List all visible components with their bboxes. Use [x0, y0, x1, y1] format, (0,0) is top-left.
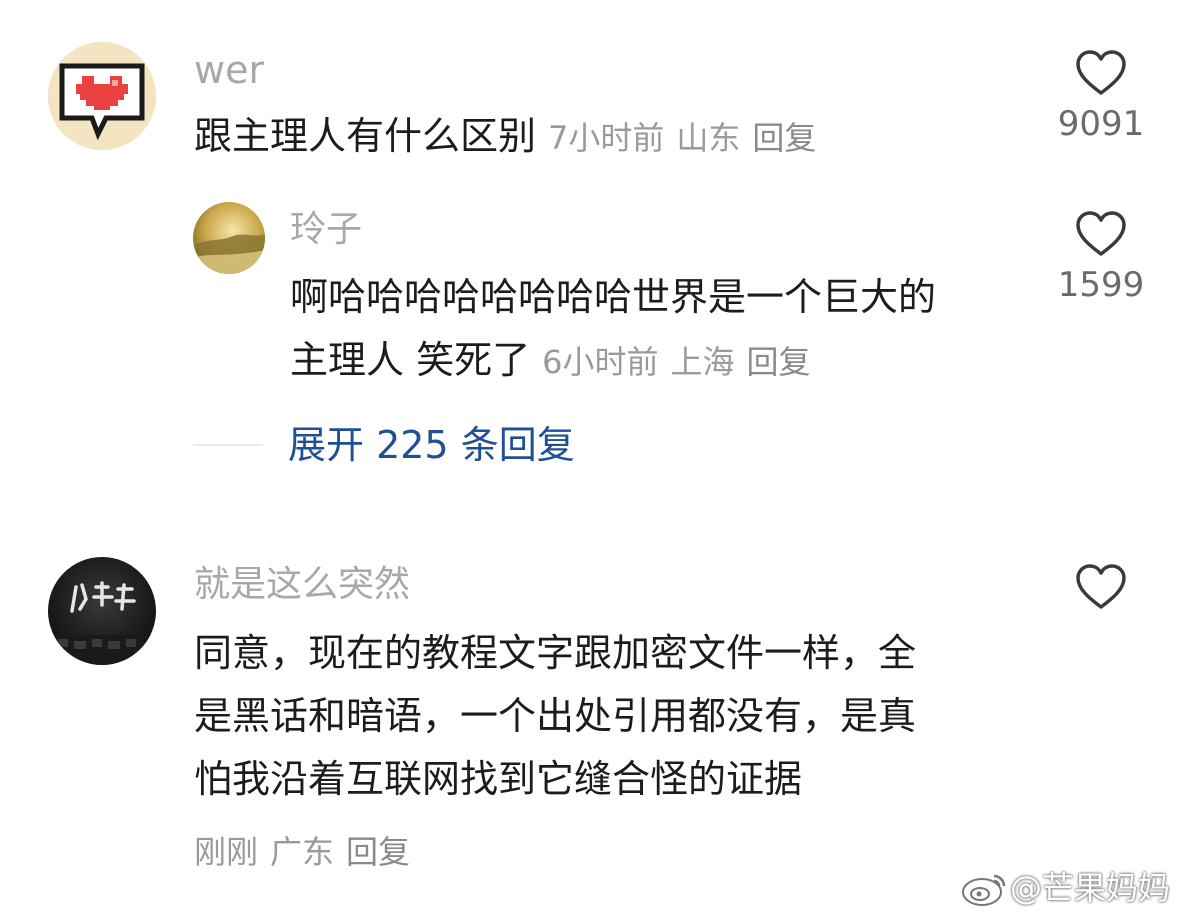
comment-body: 跟主理人有什么区别	[194, 114, 537, 158]
heart-outline-icon	[1076, 50, 1126, 95]
username[interactable]: 就是这么突然	[194, 563, 410, 607]
comment-body-line-3: 怕我沿着互联网找到它缝合怪的证据	[194, 757, 803, 801]
reply-time: 6小时前	[542, 343, 659, 381]
expand-replies-button[interactable]: 展开 225 条回复	[288, 422, 575, 468]
comment-time: 刚刚	[194, 833, 259, 871]
reply-button[interactable]: 回复	[746, 343, 810, 381]
username[interactable]: 玲子	[290, 208, 362, 252]
comment-time: 7小时前	[548, 119, 665, 157]
reply-button[interactable]: 回复	[752, 119, 816, 157]
reply-text: 啊哈哈哈哈哈哈哈哈世界是一个巨大的 主理人 笑死了 6小时前 上海 回复	[290, 266, 936, 394]
comment-body-line-1: 同意，现在的教程文字跟加密文件一样，全	[194, 631, 917, 675]
avatar[interactable]	[193, 202, 265, 274]
like-button[interactable]	[1056, 564, 1146, 610]
reply-body-line-1: 啊哈哈哈哈哈哈哈哈世界是一个巨大的	[290, 275, 937, 319]
divider	[193, 444, 263, 446]
heart-outline-icon	[1076, 564, 1126, 609]
username[interactable]: wer	[194, 48, 264, 92]
golden-landscape-avatar-image	[193, 202, 265, 274]
like-button[interactable]: 1599	[1056, 211, 1146, 305]
comment-location: 山东	[676, 119, 741, 157]
comment-text: 同意，现在的教程文字跟加密文件一样，全 是黑话和暗语，一个出处引用都没有，是真 …	[194, 622, 916, 811]
like-count: 9091	[1057, 104, 1145, 144]
reply-body-line-2-text: 主理人 笑死了	[290, 338, 531, 382]
reply-button[interactable]: 回复	[346, 833, 410, 871]
comment-meta: 刚刚 广东 回复	[194, 832, 410, 872]
comment-text: 跟主理人有什么区别 7小时前 山东 回复	[194, 105, 816, 170]
dark-calligraphy-avatar-image	[48, 557, 156, 665]
weibo-logo-icon	[962, 874, 1006, 906]
avatar[interactable]	[48, 42, 156, 150]
heart-outline-icon	[1076, 211, 1126, 256]
avatar[interactable]	[48, 557, 156, 665]
comment-body-line-2: 是黑话和暗语，一个出处引用都没有，是真	[194, 694, 917, 738]
reply-location: 上海	[670, 343, 735, 381]
comment-location: 广东	[270, 833, 335, 871]
reply-body-line-2: 主理人 笑死了 6小时前 上海 回复	[290, 329, 936, 394]
pixel-heart-avatar-image	[48, 42, 156, 150]
like-button[interactable]: 9091	[1056, 50, 1146, 144]
watermark-text: @芒果妈妈	[1010, 869, 1171, 907]
like-count: 1599	[1057, 265, 1145, 305]
